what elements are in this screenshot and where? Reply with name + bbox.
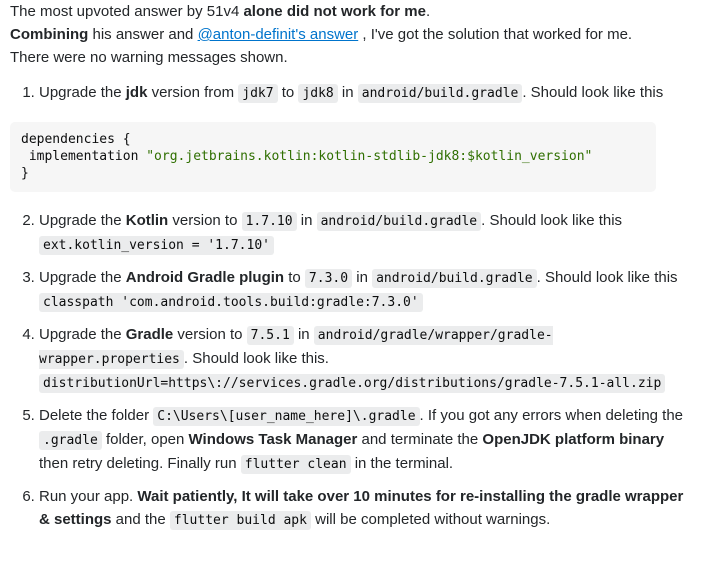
inline-code: 1.7.10 xyxy=(241,212,297,231)
inline-code: jdk7 xyxy=(238,84,278,103)
inline-code: flutter clean xyxy=(240,455,351,474)
list-item: Upgrade the Gradle version to 7.5.1 in a… xyxy=(39,323,695,395)
intro-bold: alone did not work for me xyxy=(243,3,426,20)
inline-code: flutter build apk xyxy=(169,511,311,530)
inline-code: .gradle xyxy=(39,431,102,450)
combining-bold: Combining xyxy=(10,26,89,43)
list-item: Run your app. Wait patiently, It will ta… xyxy=(39,485,695,532)
steps-list: Upgrade the jdk version from jdk7 to jdk… xyxy=(10,81,695,532)
answer-body: The most upvoted answer by 51v4 alone di… xyxy=(0,0,705,532)
inline-code: jdk8 xyxy=(298,84,338,103)
inline-code: 7.3.0 xyxy=(304,269,353,288)
inline-code: android/build.gradle xyxy=(316,212,482,231)
inline-code: distributionUrl=https\://services.gradle… xyxy=(39,374,666,393)
inline-code: android/build.gradle xyxy=(372,269,537,288)
intro-paragraph: The most upvoted answer by 51v4 alone di… xyxy=(10,3,633,66)
list-item: Upgrade the Kotlin version to 1.7.10 in … xyxy=(39,209,695,257)
code-block: dependencies { implementation "org.jetbr… xyxy=(10,122,656,192)
list-item: Delete the folder C:\Users\[user_name_he… xyxy=(39,404,695,476)
anton-answer-link[interactable]: @anton-definit's answer xyxy=(198,26,359,43)
list-item: Upgrade the Android Gradle plugin to 7.3… xyxy=(39,266,695,314)
inline-code: classpath 'com.android.tools.build:gradl… xyxy=(39,293,423,312)
inline-code: android/build.gradle xyxy=(357,84,523,103)
list-item: Upgrade the jdk version from jdk7 to jdk… xyxy=(10,81,695,192)
inline-code: ext.kotlin_version = '1.7.10' xyxy=(39,236,274,255)
inline-code: 7.5.1 xyxy=(246,326,294,345)
intro-text: The most upvoted answer by 51v4 xyxy=(10,3,244,20)
no-warnings-text: There were no warning messages shown. xyxy=(10,49,288,66)
inline-code: C:\Users\[user_name_here]\.gradle xyxy=(153,407,420,426)
